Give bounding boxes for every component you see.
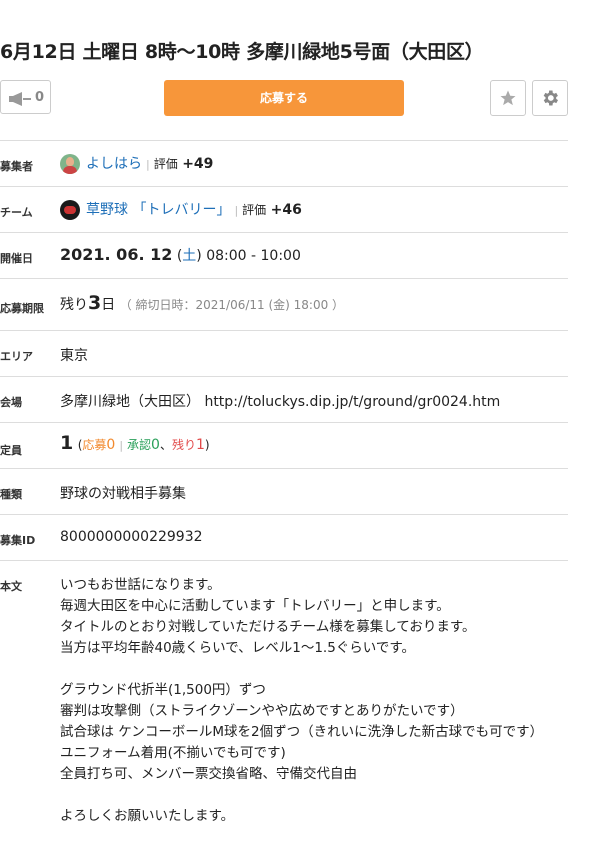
recruit-id-label: 募集ID (0, 534, 36, 547)
body-text: いつもお世話になります。 毎週大田区を中心に活動しています「トレバリー」と申しま… (60, 577, 544, 824)
favorite-button[interactable] (490, 80, 526, 116)
area-label: エリア (0, 350, 33, 363)
capacity-label: 定員 (0, 444, 22, 457)
team-rating: +46 (270, 202, 302, 218)
date-value: 2021. 06. 12 (土) 08:00 - 10:00 (60, 245, 301, 264)
category-label: 種類 (0, 488, 22, 501)
date-label: 開催日 (0, 252, 33, 265)
event-weekday: 土 (182, 248, 197, 264)
venue-label: 会場 (0, 396, 22, 409)
area-row: エリア 東京 (0, 330, 568, 377)
like-count: 0 (35, 90, 45, 105)
date-row: 開催日 2021. 06. 12 (土) 08:00 - 10:00 (0, 232, 568, 279)
venue-value: 多摩川緑地（大田区） http://toluckys.dip.jp/t/grou… (60, 394, 501, 410)
body-label: 本文 (0, 580, 22, 593)
recruit-id-value: 8000000000229932 (60, 529, 203, 545)
gear-icon (543, 90, 558, 106)
organizer-name-link[interactable]: よしはら (86, 156, 142, 172)
page-title: 6月12日 土曜日 8時〜10時 多摩川緑地5号面（大田区） (0, 41, 484, 63)
organizer-row: 募集者 よしはら | 評価 +49 (0, 140, 568, 187)
category-link[interactable]: 野球の対戦相手募集 (60, 483, 186, 503)
toolbar: 0 応募する (0, 80, 568, 117)
category-row: 種類 野球の対戦相手募集 (0, 468, 568, 515)
capacity-count: 1 (60, 432, 74, 454)
team-value: 草野球 「トレバリー」 | 評価 +46 (60, 199, 302, 220)
megaphone-icon (9, 91, 31, 110)
deadline-label: 応募期限 (0, 302, 44, 315)
apply-button[interactable]: 応募する (164, 80, 404, 116)
capacity-row: 定員 1 (応募0 | 承認0、残り1) (0, 422, 568, 469)
team-label: チーム (0, 206, 33, 219)
settings-button[interactable] (532, 80, 568, 116)
team-row: チーム 草野球 「トレバリー」 | 評価 +46 (0, 186, 568, 233)
team-name-link[interactable]: 草野球 「トレバリー」 (86, 202, 230, 218)
team-avatar (60, 200, 80, 220)
page: 6月12日 土曜日 8時〜10時 多摩川緑地5号面（大田区） 0 応募する 募集… (0, 0, 603, 845)
organizer-value: よしはら | 評価 +49 (60, 153, 213, 174)
area-link[interactable]: 東京 (60, 345, 88, 365)
recruit-id-row: 募集ID 8000000000229932 (0, 514, 568, 561)
deadline-detail: （ 締切日時：2021/06/11 (金) 18:00 ） (119, 298, 345, 312)
capacity-value: 1 (応募0 | 承認0、残り1) (60, 432, 210, 454)
star-icon (500, 90, 516, 106)
venue-row: 会場 多摩川緑地（大田区） http://toluckys.dip.jp/t/g… (0, 376, 568, 423)
organizer-label: 募集者 (0, 160, 33, 173)
capacity-breakdown: (応募0 | 承認0、残り1) (77, 437, 210, 453)
event-time: 08:00 - 10:00 (206, 248, 301, 264)
deadline-value: 残り3日 （ 締切日時：2021/06/11 (金) 18:00 ） (60, 292, 345, 314)
deadline-row: 応募期限 残り3日 （ 締切日時：2021/06/11 (金) 18:00 ） (0, 278, 568, 325)
organizer-rating: +49 (182, 156, 214, 172)
event-date: 2021. 06. 12 (60, 245, 173, 264)
rating-label: 評価 (242, 203, 267, 217)
avatar (60, 154, 80, 174)
like-button[interactable]: 0 (0, 80, 51, 114)
days-remaining: 3 (88, 292, 102, 314)
rating-label: 評価 (153, 157, 178, 171)
body-row: 本文 いつもお世話になります。 毎週大田区を中心に活動しています「トレバリー」と… (0, 560, 568, 841)
